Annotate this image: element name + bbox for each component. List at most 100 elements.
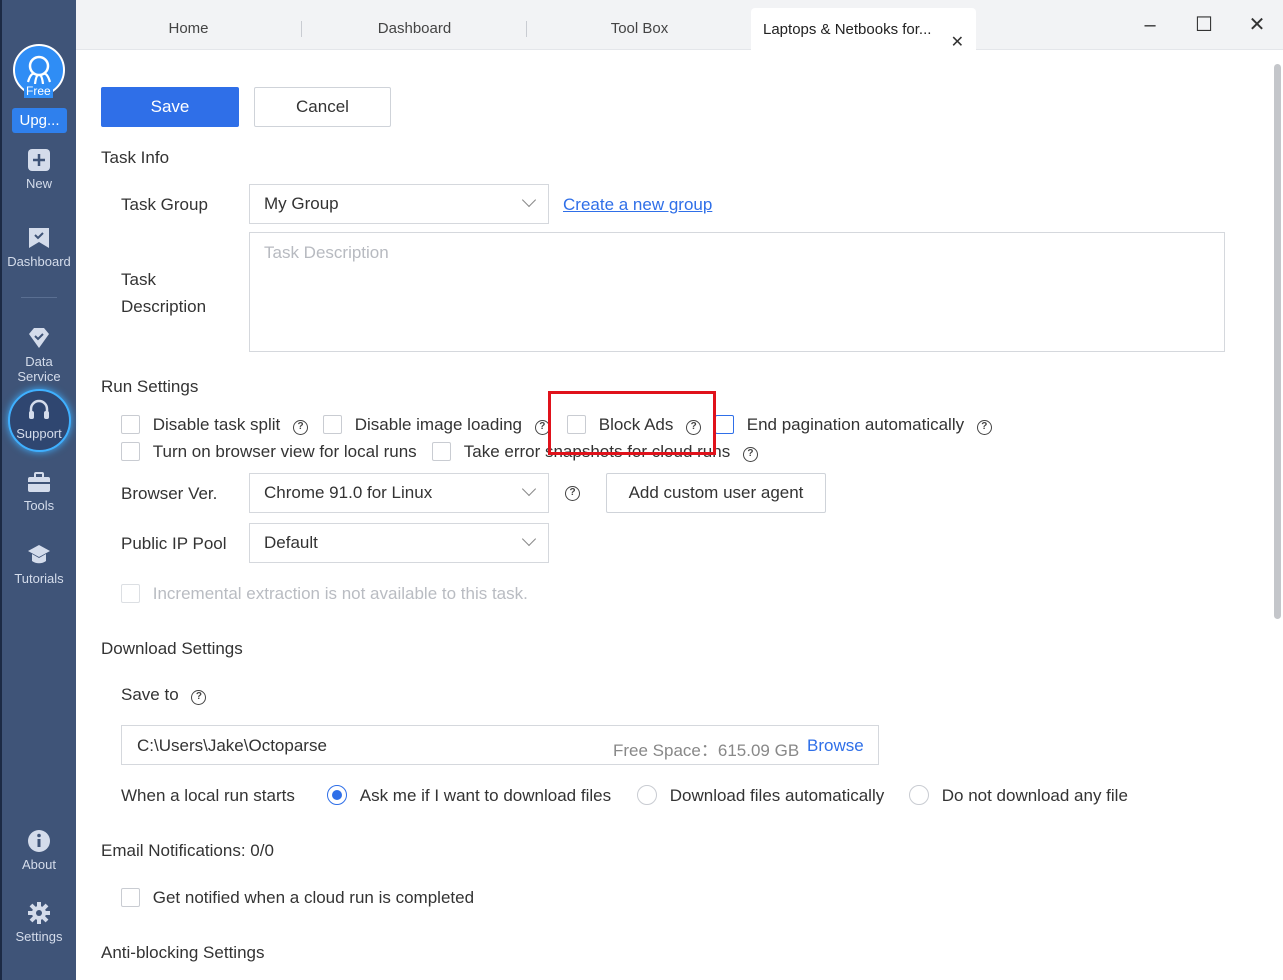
error-snapshots-checkbox[interactable] [432,442,451,461]
save-path-field[interactable]: C:\Users\Jake\Octoparse Free Space：615.0… [121,725,879,765]
section-title-task-info: Task Info [101,148,170,167]
browser-version-select[interactable]: Chrome 91.0 for Linux [249,473,549,513]
cancel-button[interactable]: Cancel [254,87,391,127]
task-group-value: My Group [264,194,339,213]
local-run-label: When a local run starts [121,786,295,805]
sidebar-item-label: Data Service [17,354,61,384]
radio-no-download[interactable]: Do not download any file [909,785,1128,807]
disable-task-split-option[interactable]: Disable task split ? [121,414,309,436]
option-label: Incremental extraction is not available … [152,584,528,603]
block-ads-highlight-box [548,391,716,455]
sidebar-divider [21,297,57,298]
chevron-down-icon [521,192,537,208]
tab-task-active[interactable]: Laptops & Netbooks for... ✕ [751,8,976,51]
end-pagination-checkbox[interactable] [715,415,734,434]
help-icon[interactable]: ? [293,420,309,435]
help-icon[interactable]: ? [191,690,207,705]
incremental-extraction-option: Incremental extraction is not available … [121,583,528,605]
radio-button[interactable] [637,785,657,805]
browser-view-checkbox[interactable] [121,442,140,461]
radio-download-auto[interactable]: Download files automatically [637,785,884,807]
incremental-extraction-checkbox [121,584,140,603]
task-description-input[interactable]: Task Description [249,232,1225,352]
radio-label: Ask me if I want to download files [359,786,612,805]
create-group-link[interactable]: Create a new group [563,195,712,215]
end-pagination-option[interactable]: End pagination automatically ? [715,414,992,436]
option-label: Get notified when a cloud run is complet… [152,888,475,907]
tab-dashboard[interactable]: Dashboard [302,0,527,50]
sidebar-item-new[interactable]: New [2,148,76,191]
sidebar-item-label: Settings [15,929,63,944]
save-path-value: C:\Users\Jake\Octoparse [137,736,327,755]
option-label: Disable task split [152,415,281,434]
diamond-icon [29,328,49,348]
option-label: End pagination automatically [746,415,965,434]
upgrade-button[interactable]: Upg... [12,108,67,133]
graduation-cap-icon [28,545,50,564]
sidebar: Free Upg... New Dashboard Data Service S… [2,0,76,980]
add-custom-user-agent-button[interactable]: Add custom user agent [606,473,826,513]
maximize-button[interactable]: ☐ [1189,10,1219,40]
sidebar-item-support[interactable]: Support [2,398,76,441]
option-label: Turn on browser view for local runs [152,442,417,461]
sidebar-item-label: New [25,176,52,191]
toolbox-icon [28,472,50,492]
headset-icon [29,399,49,419]
info-icon [28,830,50,852]
tab-bar: Home Dashboard Tool Box Laptops & Netboo… [76,0,1283,51]
gear-icon [28,902,50,924]
sidebar-item-label: Support [16,426,62,441]
sidebar-item-settings[interactable]: Settings [2,901,76,944]
chevron-down-icon [521,481,537,497]
tab-toolbox[interactable]: Tool Box [527,0,752,50]
plan-badge: Free [24,84,53,98]
sidebar-item-label: Tools [23,498,55,513]
sidebar-item-tutorials[interactable]: Tutorials [2,543,76,586]
help-icon[interactable]: ? [565,486,580,501]
task-settings-panel: Save Cancel Task Info Task Group My Grou… [76,50,1271,980]
sidebar-item-about[interactable]: About [2,829,76,872]
help-icon[interactable]: ? [976,420,992,435]
section-title-anti-blocking: Anti-blocking Settings [101,943,265,962]
task-description-label-line1: Task [121,270,156,289]
radio-button[interactable] [909,785,929,805]
section-title-run-settings: Run Settings [101,377,199,396]
disable-task-split-checkbox[interactable] [121,415,140,434]
save-to-row: Save to ? [121,684,207,706]
sidebar-item-data-service[interactable]: Data Service [2,326,76,384]
option-label: Disable image loading [354,415,523,434]
cloud-run-notify-option[interactable]: Get notified when a cloud run is complet… [121,887,474,909]
task-description-label-line2: Description [121,297,207,316]
task-group-select[interactable]: My Group [249,184,549,224]
window-close-button[interactable]: ✕ [1242,10,1272,40]
disable-image-loading-option[interactable]: Disable image loading ? [323,414,550,436]
public-ip-pool-select[interactable]: Default [249,523,549,563]
sidebar-item-label: Tutorials [14,571,64,586]
help-icon[interactable]: ? [742,447,758,462]
browser-version-value: Chrome 91.0 for Linux [264,483,433,502]
tab-label: Laptops & Netbooks for... [763,21,932,38]
save-to-label: Save to [121,685,179,704]
free-space-text: Free Space：615.09 GB [613,741,800,760]
save-button[interactable]: Save [101,87,239,127]
vertical-scrollbar[interactable] [1274,64,1281,619]
sidebar-item-label: Dashboard [7,254,71,269]
chevron-down-icon [521,531,537,547]
public-ip-pool-label: Public IP Pool [121,534,227,553]
public-ip-pool-value: Default [264,533,318,552]
disable-image-loading-checkbox[interactable] [323,415,342,434]
radio-label: Do not download any file [941,786,1128,805]
sidebar-item-tools[interactable]: Tools [2,470,76,513]
sidebar-item-label: About [22,857,56,872]
task-group-label: Task Group [121,195,208,214]
browse-link[interactable]: Browse [807,736,864,756]
minimize-button[interactable]: – [1135,10,1165,40]
cloud-run-notify-checkbox[interactable] [121,888,140,907]
radio-label: Download files automatically [669,786,885,805]
radio-ask-download[interactable]: Ask me if I want to download files [327,785,611,807]
tab-home[interactable]: Home [76,0,301,50]
radio-button[interactable] [327,785,347,805]
sidebar-item-dashboard[interactable]: Dashboard [2,226,76,269]
browser-view-option[interactable]: Turn on browser view for local runs [121,441,417,463]
bookmark-icon [29,228,49,248]
